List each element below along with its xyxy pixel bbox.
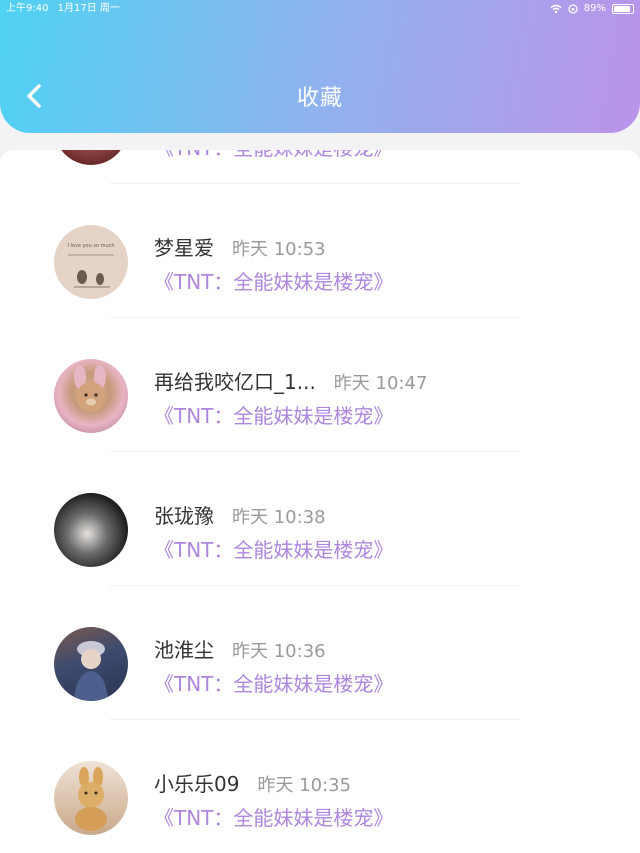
- avatar-illustration: [75, 767, 107, 831]
- user-name: 再给我咬亿口_1...: [154, 370, 316, 394]
- battery-icon: [612, 4, 634, 14]
- list-item[interactable]: 张珑豫 昨天 10:38 《TNT：全能妹妹是楼宠》: [0, 452, 640, 586]
- avatar: [54, 627, 128, 701]
- avatar-caption: I love you so much: [67, 243, 114, 249]
- avatar: [54, 150, 128, 165]
- list-item[interactable]: 再给我咬亿口_1... 昨天 10:47 《TNT：全能妹妹是楼宠》: [0, 318, 640, 452]
- avatar: [54, 359, 128, 433]
- header: 上午9:40 1月17日 周一 89% 收藏: [0, 0, 640, 133]
- status-date: 1月17日 周一: [57, 3, 120, 14]
- list-item[interactable]: 池淮尘 昨天 10:36 《TNT：全能妹妹是楼宠》: [0, 586, 640, 720]
- wifi-icon: [550, 4, 562, 14]
- status-time: 上午9:40: [6, 3, 49, 14]
- battery-percent: 89%: [583, 3, 606, 14]
- item-header: 梦星爱 昨天 10:53: [154, 232, 326, 261]
- item-header: 张珑豫 昨天 10:38: [154, 500, 326, 529]
- battery-fill: [614, 6, 630, 12]
- favorite-title[interactable]: 《TNT：全能妹妹是楼宠》: [154, 266, 393, 295]
- item-header: 池淮尘 昨天 10:36: [154, 634, 326, 663]
- item-time: 昨天 10:35: [257, 775, 352, 796]
- list-item[interactable]: 《TNT：全能妹妹是楼宠》: [0, 150, 640, 184]
- user-name: 池淮尘: [154, 638, 214, 662]
- item-header: 小乐乐09 昨天 10:35: [154, 768, 351, 797]
- status-right: 89%: [550, 0, 634, 18]
- favorites-list: 《TNT：全能妹妹是楼宠》 I love you so much 梦星爱 昨天 …: [0, 150, 640, 853]
- item-time: 昨天 10:47: [333, 373, 428, 394]
- favorite-title[interactable]: 《TNT：全能妹妹是楼宠》: [154, 802, 393, 831]
- rotation-lock-icon: [568, 4, 578, 14]
- favorite-title[interactable]: 《TNT：全能妹妹是楼宠》: [154, 400, 393, 429]
- favorite-title[interactable]: 《TNT：全能妹妹是楼宠》: [154, 668, 393, 697]
- favorites-card: 《TNT：全能妹妹是楼宠》 I love you so much 梦星爱 昨天 …: [0, 150, 640, 853]
- list-item[interactable]: 小乐乐09 昨天 10:35 《TNT：全能妹妹是楼宠》: [0, 720, 640, 853]
- status-bar: 上午9:40 1月17日 周一 89%: [0, 0, 640, 18]
- user-name: 梦星爱: [154, 236, 214, 260]
- user-name: 张珑豫: [154, 504, 214, 528]
- item-time: 昨天 10:36: [232, 641, 326, 662]
- list-item[interactable]: I love you so much 梦星爱 昨天 10:53 《TNT：全能妹…: [0, 184, 640, 318]
- status-left: 上午9:40 1月17日 周一: [6, 0, 126, 18]
- avatar-illustration: I love you so much: [67, 243, 115, 288]
- item-header: 再给我咬亿口_1... 昨天 10:47: [154, 366, 427, 395]
- favorite-title[interactable]: 《TNT：全能妹妹是楼宠》: [154, 150, 393, 161]
- favorite-title[interactable]: 《TNT：全能妹妹是楼宠》: [154, 534, 393, 563]
- avatar: [54, 761, 128, 835]
- avatar-illustration: [74, 641, 108, 701]
- item-time: 昨天 10:38: [232, 507, 326, 528]
- page-title: 收藏: [296, 86, 343, 111]
- item-time: 昨天 10:53: [232, 239, 326, 260]
- user-name: 小乐乐09: [154, 772, 240, 796]
- avatar: [54, 493, 128, 567]
- avatar-illustration: [74, 365, 106, 412]
- avatar: I love you so much: [54, 225, 128, 299]
